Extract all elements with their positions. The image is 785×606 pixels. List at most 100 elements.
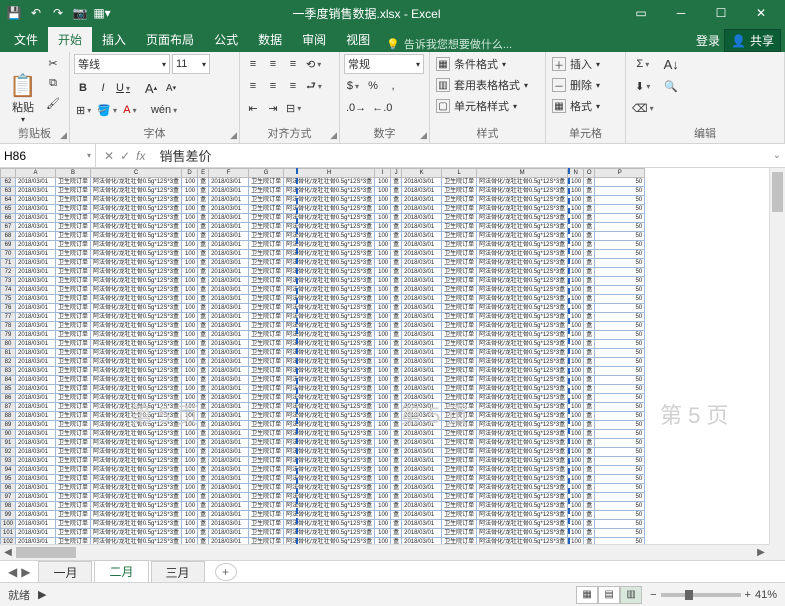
normal-view-icon[interactable]: ▦ (576, 586, 598, 604)
orientation-icon[interactable]: ⟲ (304, 54, 323, 74)
share-button[interactable]: 👤 共享 (724, 29, 781, 52)
fill-button[interactable]: ⬇ (630, 76, 656, 96)
login-link[interactable]: 登录 (696, 32, 720, 49)
merge-button[interactable]: ⊟ (284, 98, 303, 118)
wrap-text-icon[interactable]: ⮐ (304, 76, 324, 96)
cond-format-icon: ▦ (436, 57, 450, 71)
sheet-tab[interactable]: 一月 (38, 561, 92, 583)
number-format-select[interactable]: 常规▾ (344, 54, 424, 74)
align-center-icon[interactable]: ≡ (264, 76, 282, 96)
align-middle-icon[interactable]: ≡ (264, 54, 282, 74)
vertical-scrollbar[interactable] (769, 168, 785, 544)
align-top-icon[interactable]: ≡ (244, 54, 262, 74)
redo-icon[interactable]: ↷ (48, 3, 68, 23)
percent-button[interactable]: % (364, 76, 382, 96)
bulb-icon: 💡 (386, 38, 400, 51)
enter-icon[interactable]: ✓ (120, 149, 130, 163)
tab-formula[interactable]: 公式 (204, 27, 248, 52)
find-select-button[interactable]: 🔍 (662, 76, 681, 96)
macro-record-icon[interactable]: ▶ (38, 588, 46, 601)
align-right-icon[interactable]: ≡ (284, 76, 302, 96)
cut-icon[interactable]: ✂ (44, 54, 62, 72)
formula-input[interactable]: 销售差价 (153, 146, 769, 165)
tab-view[interactable]: 视图 (336, 27, 380, 52)
accounting-button[interactable]: $ (344, 76, 362, 96)
font-color-button[interactable]: A (121, 100, 139, 120)
minimize-icon[interactable]: ─ (661, 0, 701, 26)
align-left-icon[interactable]: ≡ (244, 76, 262, 96)
cancel-icon[interactable]: ✕ (104, 149, 114, 163)
zoom-control: − + 41% (650, 589, 777, 601)
page-break-view-icon[interactable]: ▥ (620, 586, 642, 604)
launcher-icon[interactable]: ◢ (330, 130, 337, 141)
zoom-slider[interactable] (661, 593, 741, 597)
underline-button[interactable]: U (114, 78, 132, 98)
fill-color-button[interactable]: 🪣 (95, 100, 119, 120)
scroll-left-icon[interactable]: ◀ (0, 547, 16, 558)
data-table[interactable]: ABCDEFGHIJKLMNOP622018/03/01卫生院订单阿法骨化/龙牡… (0, 168, 645, 544)
tab-review[interactable]: 审阅 (292, 27, 336, 52)
group-alignment: ≡ ≡ ≡ ⟲ ≡ ≡ ≡ ⮐ ⇤ ⇥ ⊟ 对齐方式◢ (240, 52, 340, 143)
horizontal-scrollbar[interactable]: ◀ ▶ (0, 544, 769, 560)
grow-font-button[interactable]: A▴ (142, 78, 160, 98)
fx-icon[interactable]: fx (136, 149, 145, 163)
view-buttons: ▦ ▤ ▥ (576, 586, 642, 604)
zoom-in-icon[interactable]: + (745, 589, 751, 601)
launcher-icon[interactable]: ◢ (60, 130, 67, 141)
close-icon[interactable]: ✕ (741, 0, 781, 26)
tell-me[interactable]: 💡 告诉我您想要做什么... (386, 36, 512, 52)
scroll-thumb[interactable] (772, 172, 783, 212)
italic-button[interactable]: I (94, 78, 112, 98)
maximize-icon[interactable]: ☐ (701, 0, 741, 26)
insert-cells-button[interactable]: ＋插入▾ (550, 54, 621, 74)
format-painter-icon[interactable]: 🖌 (44, 94, 62, 112)
font-size-select[interactable]: 11▾ (172, 54, 210, 74)
copy-icon[interactable]: ⧉ (44, 74, 62, 92)
scroll-right-icon[interactable]: ▶ (753, 547, 769, 558)
delete-cells-button[interactable]: －删除▾ (550, 75, 621, 95)
format-cells-button[interactable]: ▦格式▾ (550, 96, 621, 116)
sheet-tab[interactable]: 三月 (151, 561, 205, 583)
tab-nav-left-icon[interactable]: ◀ (8, 565, 17, 579)
tab-nav-right-icon[interactable]: ▶ (21, 565, 30, 579)
new-sheet-button[interactable]: + (215, 563, 237, 581)
indent-increase-icon[interactable]: ⇥ (264, 98, 282, 118)
undo-icon[interactable]: ↶ (26, 3, 46, 23)
clear-button[interactable]: ⌫ (630, 98, 656, 118)
grid[interactable]: ABCDEFGHIJKLMNOP622018/03/01卫生院订单阿法骨化/龙牡… (0, 168, 769, 544)
zoom-level[interactable]: 41% (755, 589, 777, 601)
phonetic-button[interactable]: wén (149, 100, 179, 120)
sort-filter-button[interactable]: A↓ (662, 54, 681, 74)
launcher-icon[interactable]: ◢ (420, 130, 427, 141)
format-as-table-button[interactable]: ▥套用表格格式▾ (434, 75, 541, 95)
scroll-thumb[interactable] (16, 547, 76, 558)
tab-file[interactable]: 文件 (4, 27, 48, 52)
sheet-tab[interactable]: 二月 (94, 560, 148, 584)
save-icon[interactable]: 💾 (4, 3, 24, 23)
group-font: 等线▾ 11▾ B I U A▴ A▾ ⊞ 🪣 A wén 字体◢ (70, 52, 240, 143)
align-bottom-icon[interactable]: ≡ (284, 54, 302, 74)
tab-home[interactable]: 开始 (48, 27, 92, 52)
increase-decimal-icon[interactable]: .0→ (344, 98, 368, 118)
table-icon[interactable]: ▦▾ (92, 3, 112, 23)
tab-insert[interactable]: 插入 (92, 27, 136, 52)
launcher-icon[interactable]: ◢ (230, 130, 237, 141)
comma-button[interactable]: , (384, 76, 402, 96)
ribbon-options-icon[interactable]: ▭ (621, 0, 661, 26)
tab-data[interactable]: 数据 (248, 27, 292, 52)
tab-layout[interactable]: 页面布局 (136, 27, 204, 52)
name-box[interactable]: H86▾ (0, 144, 96, 167)
camera-icon[interactable]: 📷 (70, 3, 90, 23)
font-name-select[interactable]: 等线▾ (74, 54, 170, 74)
page-layout-view-icon[interactable]: ▤ (598, 586, 620, 604)
decrease-decimal-icon[interactable]: ←.0 (370, 98, 394, 118)
cell-styles-button[interactable]: ▢单元格样式▾ (434, 96, 541, 116)
expand-formula-icon[interactable]: ⌄ (769, 150, 785, 161)
border-button[interactable]: ⊞ (74, 100, 93, 120)
autosum-button[interactable]: Σ (630, 54, 656, 74)
bold-button[interactable]: B (74, 78, 92, 98)
shrink-font-button[interactable]: A▾ (162, 78, 180, 98)
conditional-format-button[interactable]: ▦条件格式▾ (434, 54, 541, 74)
zoom-out-icon[interactable]: − (650, 589, 656, 601)
indent-decrease-icon[interactable]: ⇤ (244, 98, 262, 118)
